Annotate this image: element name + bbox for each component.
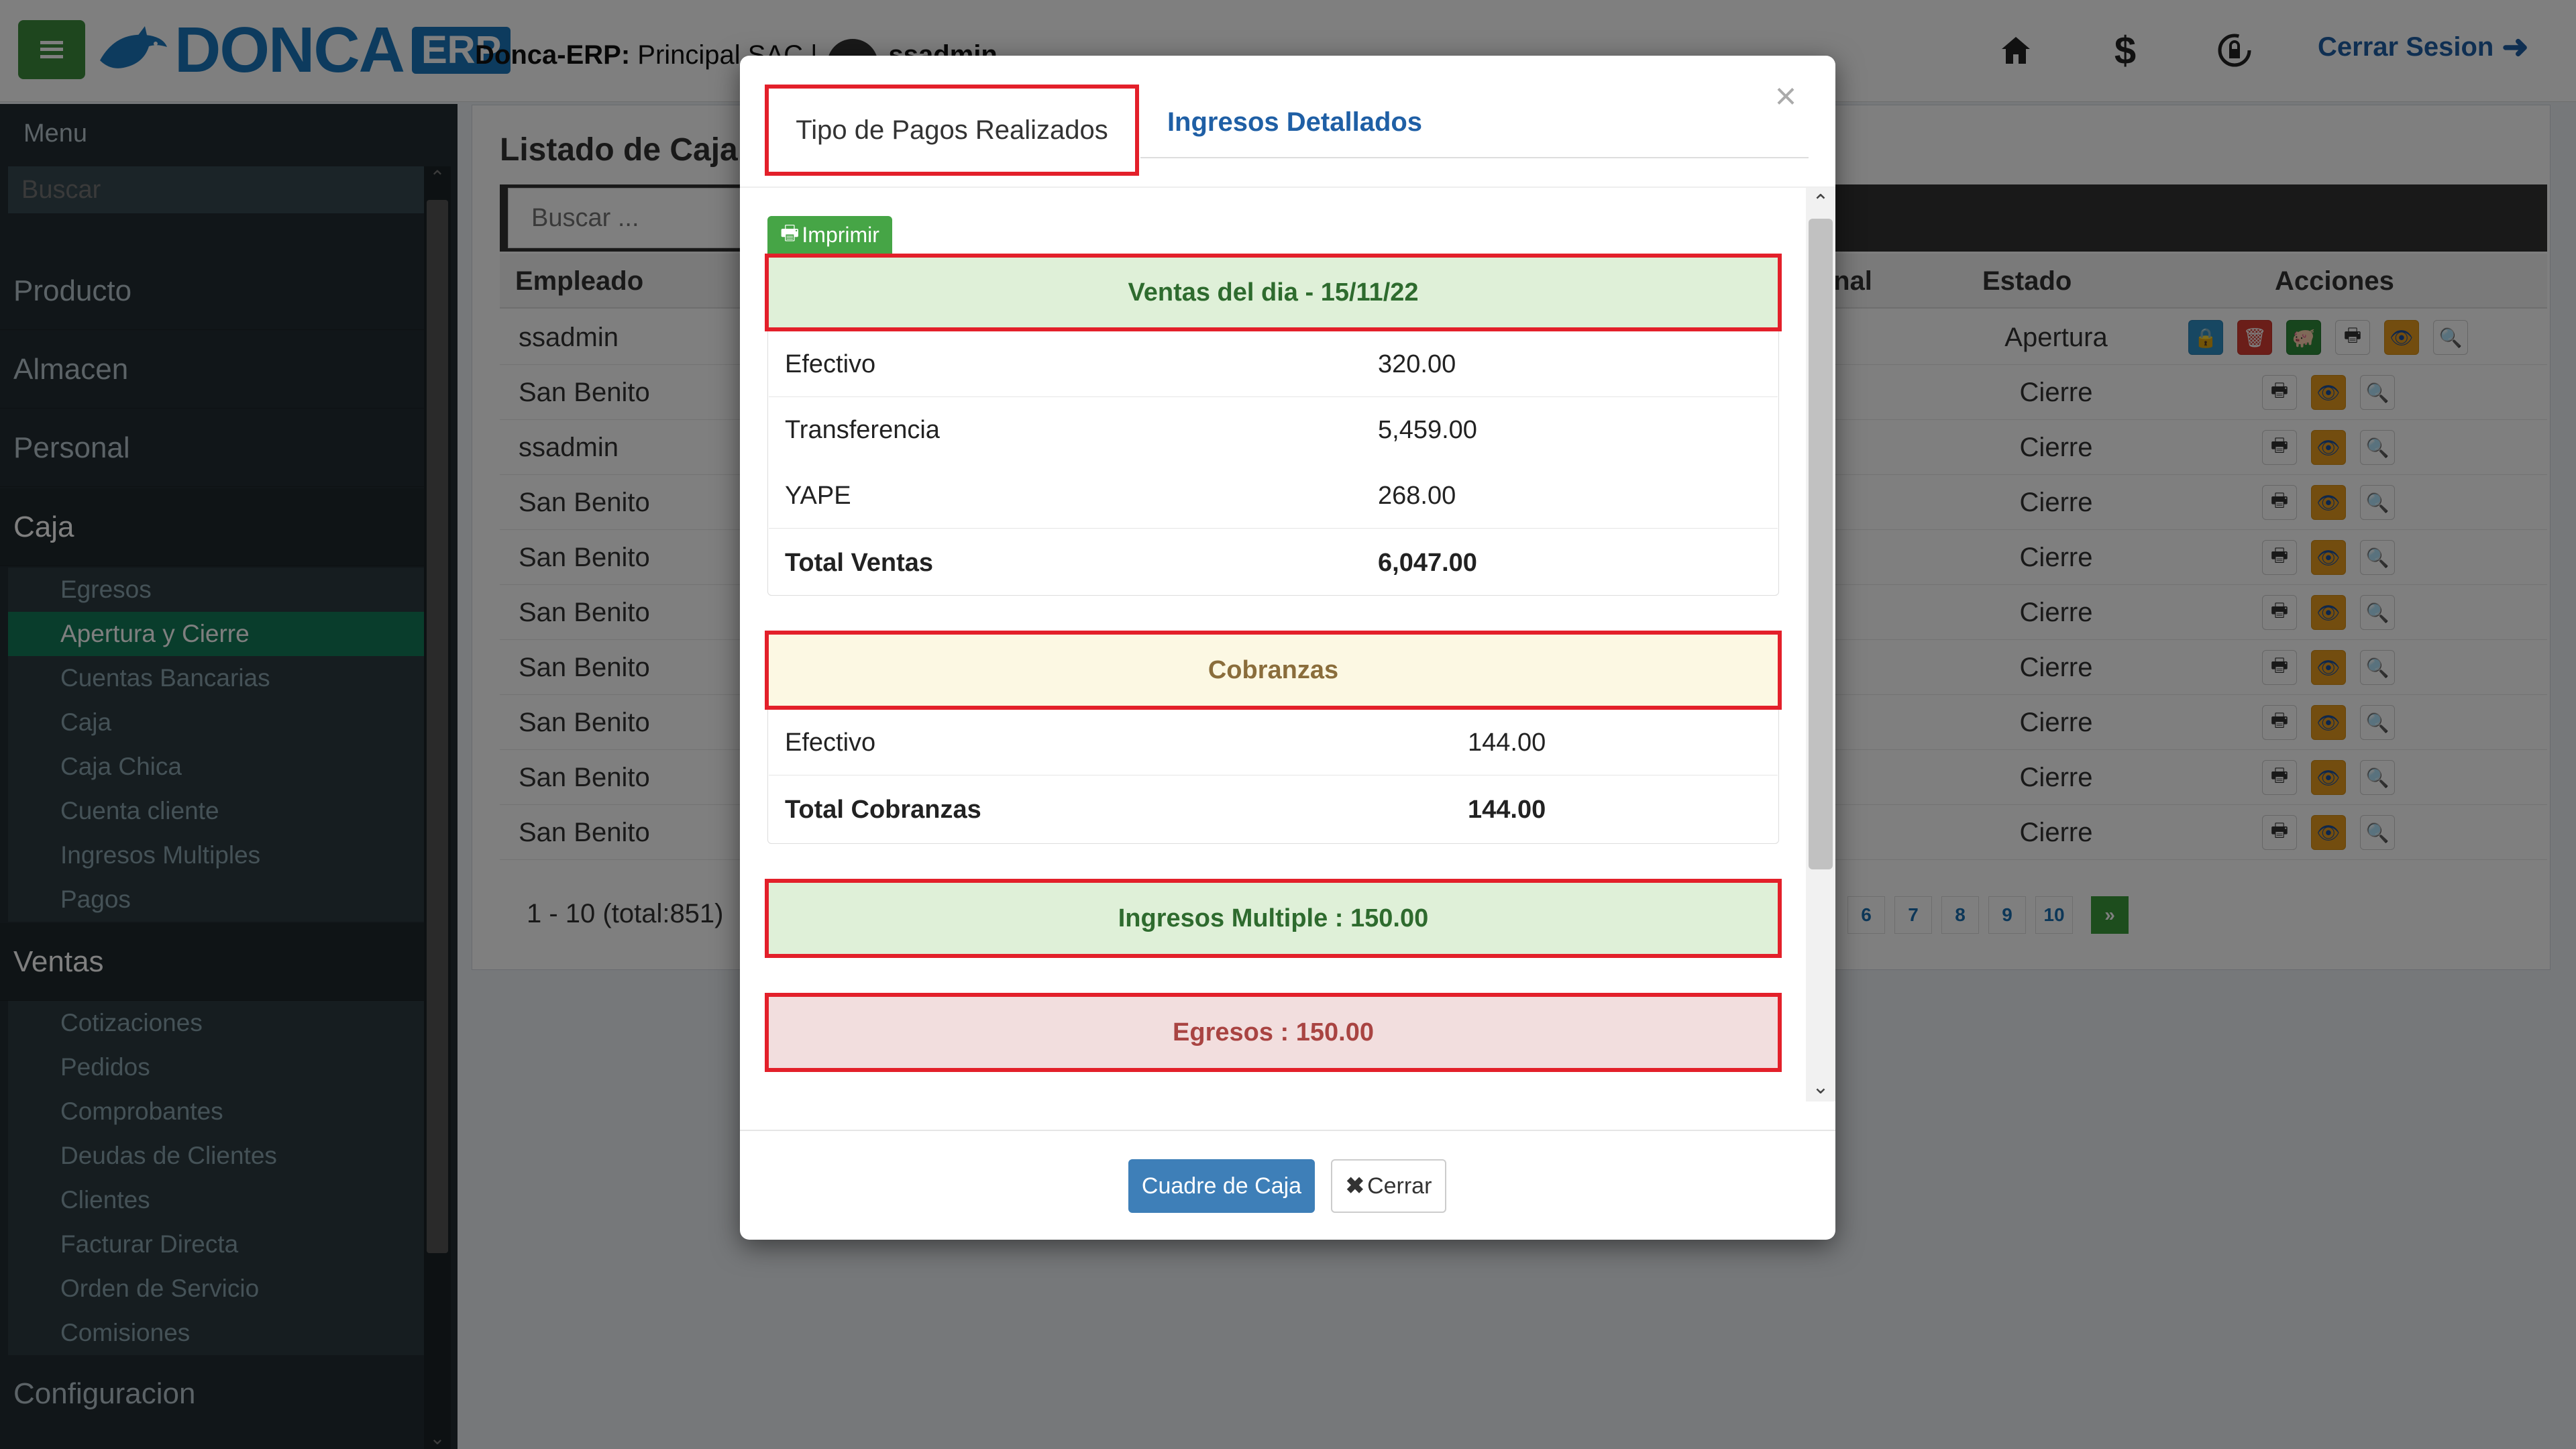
payment-value: 5,459.00 <box>1378 415 1477 444</box>
total-label: Total Ventas <box>785 548 934 577</box>
modal-scrollbar[interactable]: ⌃ ⌄ <box>1806 188 1835 1102</box>
payment-label: YAPE <box>785 481 851 510</box>
table-row: YAPE 268.00 <box>769 463 1778 529</box>
modal-footer-divider <box>740 1130 1835 1131</box>
egresos-summary: Egresos : 150.00 <box>765 993 1782 1072</box>
scroll-up-icon[interactable]: ⌃ <box>1806 191 1835 214</box>
scrollbar-thumb[interactable] <box>1809 219 1833 869</box>
close-icon: ✖ <box>1345 1173 1365 1199</box>
table-row: Transferencia 5,459.00 <box>769 397 1778 463</box>
close-icon[interactable]: × <box>1766 74 1806 117</box>
total-row: Total Ventas 6,047.00 <box>769 530 1778 596</box>
print-label: Imprimir <box>802 222 879 247</box>
payment-value: 320.00 <box>1378 350 1456 378</box>
cobranzas-heading: Cobranzas <box>765 631 1782 710</box>
table-row: Efectivo 320.00 <box>769 331 1778 397</box>
payment-value: 268.00 <box>1378 481 1456 510</box>
printer-icon: 🖶 <box>780 221 800 244</box>
payment-label: Transferencia <box>785 415 940 444</box>
total-label: Total Cobranzas <box>785 795 981 824</box>
scroll-down-icon[interactable]: ⌄ <box>1806 1075 1835 1099</box>
payment-label: Efectivo <box>785 350 876 378</box>
tab-ingresos-detallados[interactable]: Ingresos Detallados <box>1140 91 1449 153</box>
ventas-heading: Ventas del dia - 15/11/22 <box>765 254 1782 331</box>
modal-body-divider <box>740 186 1835 188</box>
payment-label: Efectivo <box>785 728 876 757</box>
tab-tipo-pagos[interactable]: Tipo de Pagos Realizados <box>765 85 1139 176</box>
cerrar-button[interactable]: ✖ Cerrar <box>1331 1159 1446 1213</box>
table-row: Efectivo 144.00 <box>769 710 1778 775</box>
payment-value: 144.00 <box>1468 728 1546 757</box>
total-row: Total Cobranzas 144.00 <box>769 777 1778 843</box>
ingresos-multiple-summary: Ingresos Multiple : 150.00 <box>765 879 1782 958</box>
cuadre-caja-button[interactable]: Cuadre de Caja <box>1128 1159 1315 1213</box>
cerrar-label: Cerrar <box>1367 1173 1432 1199</box>
total-value: 144.00 <box>1468 795 1546 824</box>
total-value: 6,047.00 <box>1378 548 1477 577</box>
print-button[interactable]: 🖶 Imprimir <box>767 216 892 254</box>
tab-divider <box>1140 157 1809 158</box>
